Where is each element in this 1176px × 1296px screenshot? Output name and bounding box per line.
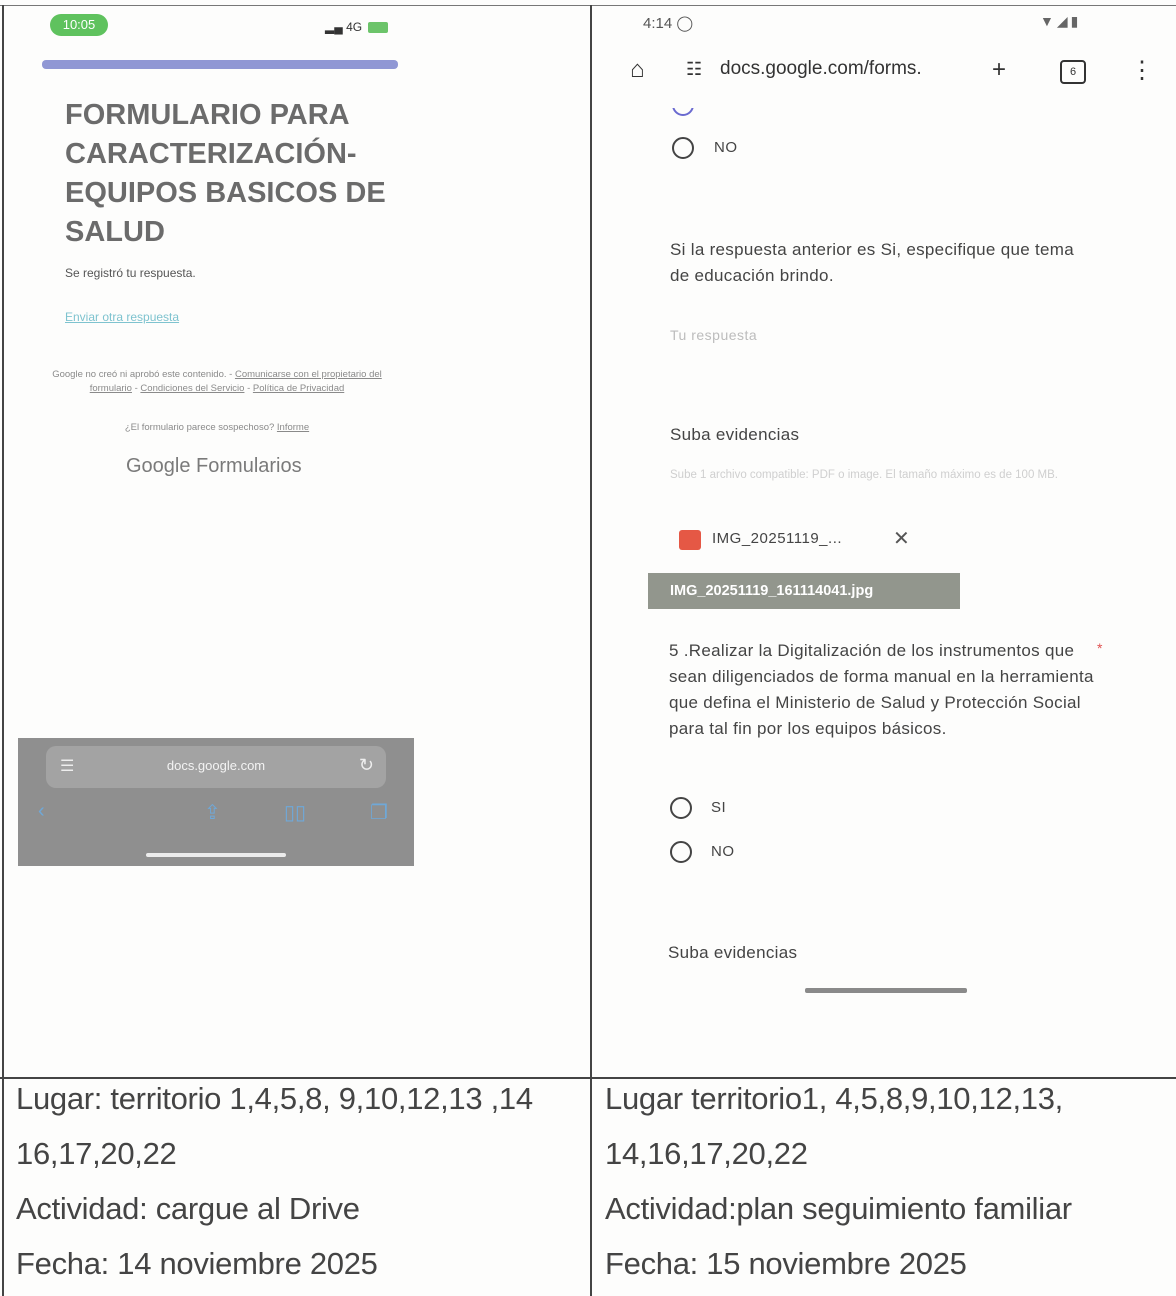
wifi-icon: ▼ bbox=[1040, 13, 1057, 29]
report-link[interactable]: Informe bbox=[277, 422, 309, 433]
left-caption-line-3: Actividad: cargue al Drive bbox=[16, 1191, 360, 1226]
upload-label: Suba evidencias bbox=[670, 425, 800, 444]
signal-icon: ▂▄ bbox=[325, 20, 343, 34]
q5-si-label: SI bbox=[711, 799, 727, 816]
right-caption-line-1: Lugar territorio1, 4,5,8,9,10,12,13, bbox=[605, 1081, 1063, 1116]
upload-hint: Sube 1 archivo compatible: PDF o image. … bbox=[670, 469, 1058, 481]
left-caption-line-1: Lugar: territorio 1,4,5,8, 9,10,12,13 ,1… bbox=[16, 1081, 533, 1116]
question-5: 5 .Realizar la Digitalización de los ins… bbox=[669, 641, 1094, 738]
back-icon[interactable]: ‹ bbox=[38, 800, 45, 823]
chrome-toolbar-cover bbox=[600, 94, 1160, 108]
remove-file-icon[interactable]: ✕ bbox=[893, 526, 910, 551]
status-time-pill: 10:05 bbox=[50, 14, 108, 36]
new-tab-icon[interactable]: + bbox=[992, 56, 1006, 84]
share-icon[interactable]: ⇪ bbox=[204, 800, 221, 825]
chrome-toolbar: ⌂ ☷ docs.google.com/forms. + 6 ⋮ bbox=[600, 48, 1176, 94]
status-network: ▂▄ 4G bbox=[325, 20, 389, 34]
prev-no-label: NO bbox=[714, 139, 738, 156]
q5-si-radio[interactable] bbox=[670, 797, 692, 819]
left-caption-line-2: 16,17,20,22 bbox=[16, 1136, 177, 1171]
battery-icon: ▮ bbox=[1070, 13, 1082, 29]
whatsapp-icon: ◯ bbox=[676, 15, 694, 32]
prev-no-radio[interactable] bbox=[672, 137, 694, 159]
terms-link[interactable]: Condiciones del Servicio bbox=[140, 383, 244, 394]
safari-bottom-bar: ☰ docs.google.com ↻ ‹ ⇪ ▯▯ ❐ bbox=[18, 738, 414, 866]
reload-icon[interactable]: ↻ bbox=[359, 755, 374, 776]
response-registered-text: Se registró tu respuesta. bbox=[65, 266, 196, 280]
signal-icon: ◢ bbox=[1056, 13, 1071, 29]
required-asterisk: * bbox=[1097, 640, 1103, 656]
home-icon[interactable]: ⌂ bbox=[630, 56, 645, 84]
suspicious-form-line: ¿El formulario parece sospechoso? Inform… bbox=[52, 422, 382, 433]
right-status-icons: ▼◢▮ bbox=[1040, 13, 1081, 30]
battery-icon bbox=[368, 22, 389, 34]
uploaded-file-name: IMG_20251119_... bbox=[712, 530, 843, 547]
status-time: 4:14 bbox=[643, 15, 673, 32]
privacy-link[interactable]: Política de Privacidad bbox=[253, 383, 344, 394]
file-name-tooltip: IMG_20251119_161114041.jpg bbox=[648, 573, 960, 609]
safari-url-bar[interactable]: ☰ docs.google.com ↻ bbox=[46, 746, 386, 788]
tab-switcher-button[interactable]: 6 bbox=[1060, 60, 1086, 84]
image-file-icon bbox=[679, 530, 701, 550]
site-settings-icon[interactable]: ☷ bbox=[686, 59, 702, 80]
right-caption-line-3: Actividad:plan seguimiento familiar bbox=[605, 1191, 1072, 1226]
google-forms-logo: Google Formularios bbox=[126, 455, 302, 477]
left-caption-line-4: Fecha: 14 noviembre 2025 bbox=[16, 1246, 378, 1281]
answer-input[interactable]: Tu respuesta bbox=[670, 327, 757, 343]
form-header-bar bbox=[42, 60, 398, 69]
network-type: 4G bbox=[346, 20, 363, 34]
right-caption-line-4: Fecha: 15 noviembre 2025 bbox=[605, 1246, 967, 1281]
safari-url-text: docs.google.com bbox=[166, 758, 266, 773]
more-options-icon[interactable]: ⋮ bbox=[1130, 56, 1154, 85]
q5-no-label: NO bbox=[711, 843, 735, 860]
tabs-icon[interactable]: ❐ bbox=[370, 800, 388, 825]
right-status-time: 4:14 ◯ bbox=[643, 14, 693, 32]
form-title: FORMULARIO PARA CARACTERIZACIÓN- EQUIPOS… bbox=[65, 99, 386, 248]
bookmarks-icon[interactable]: ▯▯ bbox=[284, 800, 306, 825]
right-caption-line-2: 14,16,17,20,22 bbox=[605, 1136, 808, 1171]
evidence-table: 10:05 ▂▄ 4G FORMULARIO PARA CARACTERIZAC… bbox=[0, 0, 1176, 1296]
gesture-bar bbox=[805, 988, 967, 993]
disclaimer-text: Google no creó ni aprobó este contenido.… bbox=[52, 369, 233, 380]
chrome-url[interactable]: docs.google.com/forms. bbox=[720, 58, 922, 80]
q5-no-radio[interactable] bbox=[670, 841, 692, 863]
home-indicator bbox=[146, 853, 286, 857]
table-center-divider bbox=[590, 5, 592, 1296]
google-disclaimer: Google no creó ni aprobó este contenido.… bbox=[52, 368, 382, 396]
specify-question: Si la respuesta anterior es Si, especifi… bbox=[670, 240, 1074, 285]
suspicious-text: ¿El formulario parece sospechoso? bbox=[124, 422, 275, 433]
upload-label-2: Suba evidencias bbox=[668, 943, 798, 962]
separator: - bbox=[244, 383, 253, 394]
submit-another-response-link[interactable]: Enviar otra respuesta bbox=[65, 310, 179, 324]
